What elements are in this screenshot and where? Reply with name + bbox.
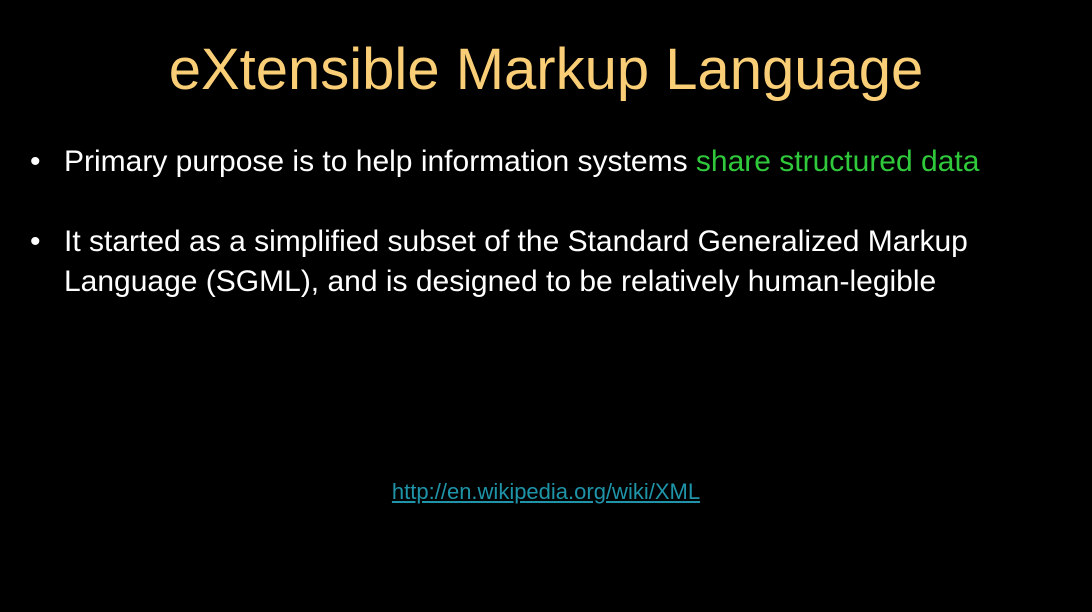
bullet-list: • Primary purpose is to help information… xyxy=(30,142,1020,302)
bullet-item-purpose: • Primary purpose is to help information… xyxy=(30,142,1020,182)
bullet-highlight: share structured data xyxy=(695,145,980,178)
slide: eXtensible Markup Language • Primary pur… xyxy=(0,0,1092,612)
link-container: http://en.wikipedia.org/wiki/XML xyxy=(0,476,1092,508)
bullet-marker: • xyxy=(30,145,41,178)
wikipedia-link[interactable]: http://en.wikipedia.org/wiki/XML xyxy=(392,479,700,504)
bullet-text: Primary purpose is to help information s… xyxy=(64,145,696,178)
bullet-item-origin: • It started as a simplified subset of t… xyxy=(30,222,1020,302)
bullet-marker: • xyxy=(30,225,41,258)
bullet-text: It started as a simplified subset of the… xyxy=(64,225,968,298)
slide-title: eXtensible Markup Language xyxy=(168,37,924,102)
